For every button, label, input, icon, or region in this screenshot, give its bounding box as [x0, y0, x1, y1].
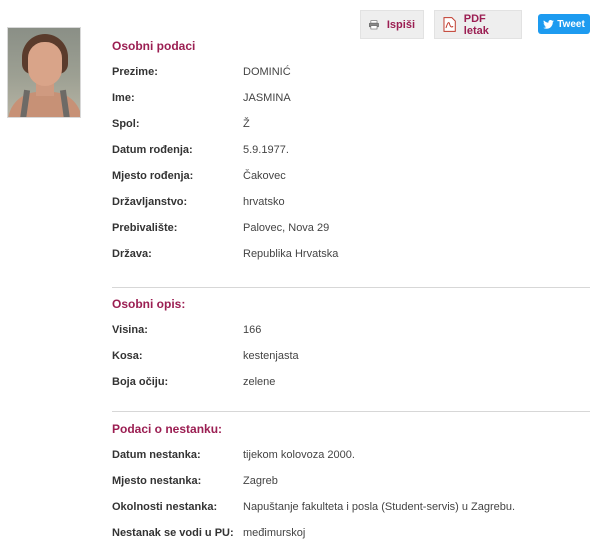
print-label: Ispiši — [386, 18, 415, 31]
detail-row: Datum nestanka: tijekom kolovoza 2000. — [112, 449, 590, 475]
detail-row: Mjesto nestanka: Zagreb — [112, 475, 590, 501]
detail-label: Datum nestanka: — [112, 449, 201, 461]
personal-rows: Prezime: DOMINIĆ Ime: JASMINA Spol: Ž Datum ro… — [112, 66, 590, 274]
details-panel: Osobni podaci Prezime: DOMINIĆ Ime: JASMINA… — [112, 38, 590, 553]
detail-label: Državljanstvo: — [112, 196, 188, 208]
pdf-icon — [443, 17, 456, 32]
detail-value: Republika Hrvatska — [243, 248, 339, 260]
detail-value: tijekom kolovoza 2000. — [243, 449, 355, 461]
detail-value: Napuštanje fakulteta i posla (Student-se… — [243, 501, 516, 513]
tweet-button[interactable]: Tweet — [538, 14, 590, 34]
detail-label: Okolnosti nestanka: — [112, 501, 218, 513]
detail-label: Ime: — [112, 92, 135, 104]
detail-value: 5.9.1977. — [243, 144, 289, 156]
printer-icon — [369, 19, 379, 29]
detail-label: Datum rođenja: — [112, 144, 193, 156]
pdf-label: PDF letak — [463, 12, 489, 37]
detail-value: DOMINIĆ — [243, 66, 291, 78]
detail-row: Kosa: kestenjasta — [112, 350, 590, 376]
person-photo — [7, 27, 81, 118]
detail-label: Mjesto nestanka: — [112, 475, 202, 487]
print-button[interactable]: Ispiši — [360, 10, 424, 39]
section-title-personal: Osobni podaci — [112, 39, 196, 53]
detail-row: Okolnosti nestanka: Napuštanje fakulteta … — [112, 501, 590, 527]
detail-value: međimurskoj — [243, 527, 306, 539]
pdf-button[interactable]: PDF letak — [434, 10, 522, 39]
detail-row: Državljanstvo: hrvatsko — [112, 196, 590, 222]
detail-row: Ime: JASMINA — [112, 92, 590, 118]
detail-row: Prezime: DOMINIĆ — [112, 66, 590, 92]
detail-label: Spol: — [112, 118, 140, 130]
detail-label: Prebivalište: — [112, 222, 178, 234]
detail-value: kestenjasta — [243, 350, 299, 362]
detail-label: Država: — [112, 248, 152, 260]
detail-row: Visina: 166 — [112, 324, 590, 350]
tweet-label: Tweet — [557, 18, 585, 30]
detail-row: Boja očiju: zelene — [112, 376, 590, 402]
detail-value: Ž — [243, 118, 250, 130]
detail-row: Nestanak se vodi u PU: međimurskoj — [112, 527, 590, 553]
section-title-description: Osobni opis: — [112, 297, 186, 311]
detail-value: JASMINA — [243, 92, 291, 104]
detail-value: zelene — [243, 376, 276, 388]
detail-row: Mjesto rođenja: Čakovec — [112, 170, 590, 196]
detail-row: Prebivalište: Palovec, Nova 29 — [112, 222, 590, 248]
detail-value: Čakovec — [243, 170, 286, 182]
detail-label: Mjesto rođenja: — [112, 170, 194, 182]
detail-label: Prezime: — [112, 66, 158, 78]
detail-value: hrvatsko — [243, 196, 285, 208]
section-title-disappearance: Podaci o nestanku: — [112, 422, 223, 436]
disappearance-rows: Datum nestanka: tijekom kolovoza 2000. Mje… — [112, 449, 590, 553]
detail-label: Nestanak se vodi u PU: — [112, 527, 234, 539]
detail-row: Datum rođenja: 5.9.1977. — [112, 144, 590, 170]
detail-label: Kosa: — [112, 350, 143, 362]
twitter-bird-icon — [543, 19, 555, 29]
detail-row: Država: Republika Hrvatska — [112, 248, 590, 274]
description-rows: Visina: 166 Kosa: kestenjasta Boja očiju: zel… — [112, 324, 590, 402]
detail-value: Palovec, Nova 29 — [243, 222, 330, 234]
detail-label: Boja očiju: — [112, 376, 169, 388]
detail-value: Zagreb — [243, 475, 278, 487]
detail-row: Spol: Ž — [112, 118, 590, 144]
detail-label: Visina: — [112, 324, 148, 336]
detail-value: 166 — [243, 324, 262, 336]
